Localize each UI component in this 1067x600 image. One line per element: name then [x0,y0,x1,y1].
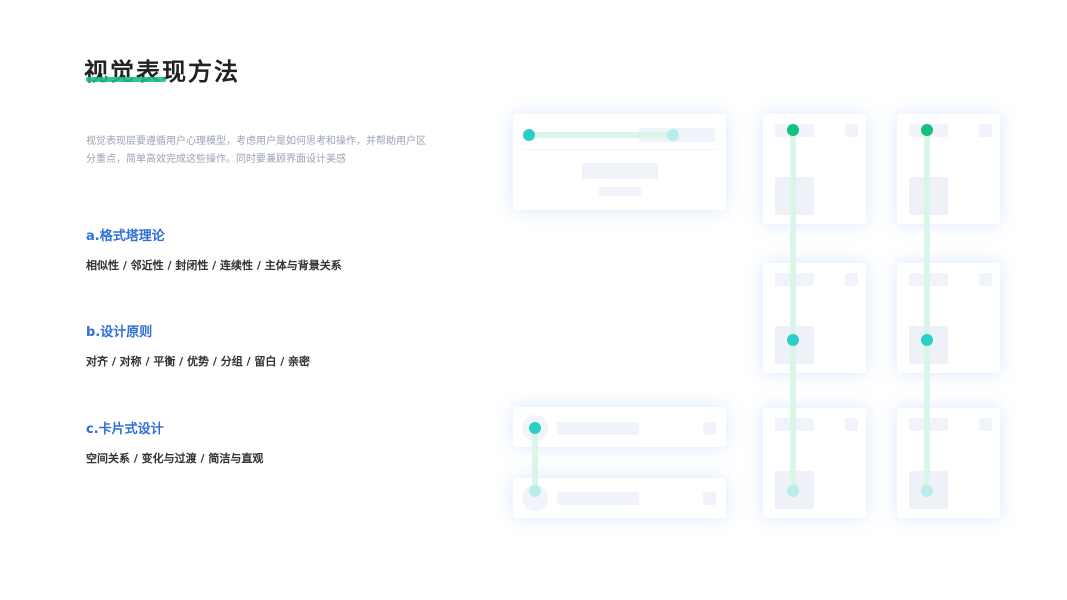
connector-line [790,130,796,490]
section-heading-card-design: c.卡片式设计 [86,422,164,437]
section-body-gestalt: 相似性 / 邻近性 / 封闭性 / 连续性 / 主体与背景关系 [86,259,342,272]
placeholder-square [703,492,716,505]
grid-card [763,114,866,224]
section-body-principles: 对齐 / 对称 / 平衡 / 优势 / 分组 / 留白 / 亲密 [86,355,311,368]
placeholder-square [979,124,992,137]
title-underline [86,77,166,82]
section-heading-gestalt: a.格式塔理论 [86,229,165,244]
connector-line [529,132,672,138]
placeholder-square [703,422,716,435]
node-dot [787,124,799,136]
illustration-wide-card [513,114,726,210]
placeholder-square [845,418,858,431]
placeholder-bar [557,422,639,435]
grid-card [897,114,1000,224]
divider [523,149,716,150]
grid-card [763,408,866,518]
section-body-card-design: 空间关系 / 变化与过渡 / 简洁与直观 [86,452,264,465]
placeholder-square [845,273,858,286]
grid-card [763,263,866,373]
node-dot [529,485,541,497]
node-dot [523,129,535,141]
node-dot [787,485,799,497]
section-heading-principles: b.设计原则 [86,325,153,340]
grid-card [897,263,1000,373]
placeholder-square [845,124,858,137]
node-dot [921,124,933,136]
node-dot [529,422,541,434]
node-dot [667,129,679,141]
connector-line [532,428,538,491]
placeholder-square [979,273,992,286]
description-line-1: 视觉表现层要遵循用户心理模型，考虑用户是如何思考和操作，并帮助用户区 [86,136,426,147]
node-dot [921,485,933,497]
description-line-2: 分重点，简单高效完成这些操作。同时要兼顾界面设计美感 [86,154,346,165]
placeholder-square [979,418,992,431]
placeholder-bar [582,163,658,179]
node-dot [787,334,799,346]
connector-line [924,130,930,490]
grid-card [897,408,1000,518]
node-dot [921,334,933,346]
placeholder-bar [557,492,639,505]
description: 视觉表现层要遵循用户心理模型，考虑用户是如何思考和操作，并帮助用户区 分重点，简… [86,133,436,169]
placeholder-bar [599,187,641,196]
